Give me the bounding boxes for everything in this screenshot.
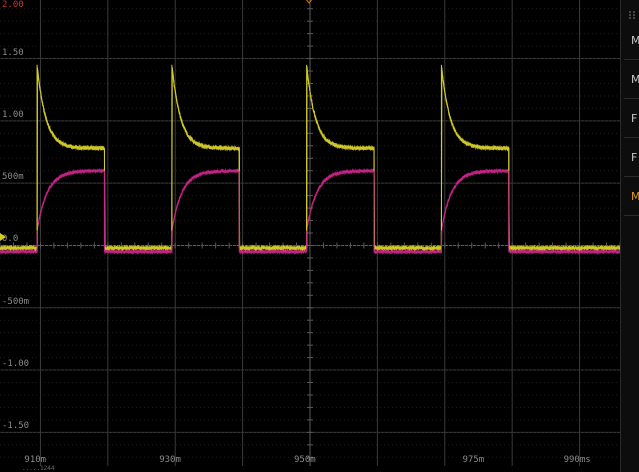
y-tick-label: 1.50: [2, 49, 24, 58]
side-panel-item-0[interactable]: M: [624, 22, 639, 60]
y-tick-label: -1.50: [2, 422, 29, 431]
y-tick-label: 2.00: [2, 1, 24, 10]
x-tick-label: 930m: [159, 456, 181, 465]
side-panel-item-4[interactable]: M: [624, 178, 639, 216]
status-strip: [0, 466, 620, 472]
oscilloscope-screen: 2.00 1.50 1.00 500m 0.0 -500m -1.00 -1.50 910m 9…: [0, 0, 639, 472]
status-readout: .....1244: [22, 466, 55, 472]
panel-grip-icon[interactable]: [628, 5, 636, 15]
side-panel-item-1[interactable]: M: [624, 61, 639, 99]
x-tick-label: 910m: [24, 456, 46, 465]
channel-offset-marker-icon[interactable]: [0, 226, 6, 234]
grid: [0, 0, 620, 466]
waveform-display[interactable]: 2.00 1.50 1.00 500m 0.0 -500m -1.00 -1.50 910m 9…: [0, 0, 620, 466]
y-tick-label: -1.00: [2, 360, 29, 369]
y-tick-label: 500m: [2, 173, 24, 182]
trigger-position-icon[interactable]: [305, 0, 313, 4]
x-tick-label: 990ms: [564, 456, 591, 465]
measurement-side-panel: M M F F M: [620, 0, 639, 472]
side-panel-item-3[interactable]: F: [624, 139, 639, 177]
waveform-plot: [0, 0, 620, 466]
x-tick-label: 975m: [462, 456, 484, 465]
x-tick-label: 950m: [294, 456, 316, 465]
y-tick-label: -500m: [2, 298, 29, 307]
y-tick-label: 1.00: [2, 111, 24, 120]
side-panel-item-2[interactable]: F: [624, 100, 639, 138]
